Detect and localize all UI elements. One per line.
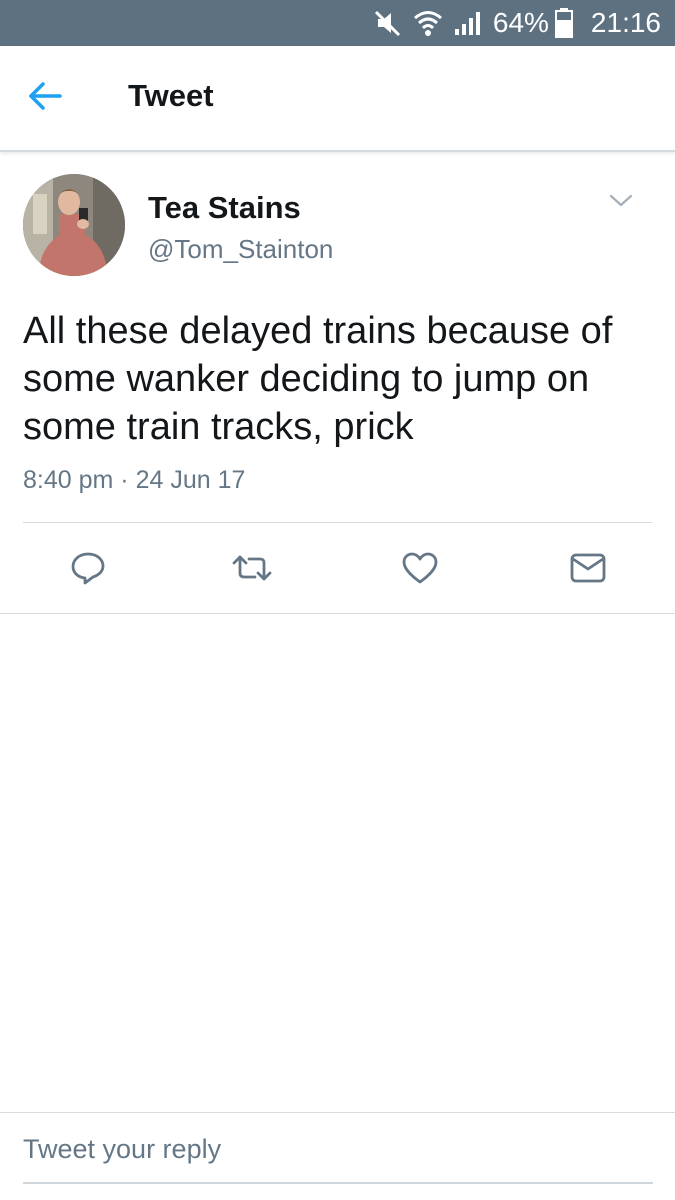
battery-percentage: 64% [492,7,549,38]
signal-icon [453,9,483,37]
reply-input[interactable]: Tweet your reply [23,1134,653,1184]
tweet-timestamp: 8:40 pm · 24 Jun 17 [23,466,245,495]
wifi-icon [413,9,443,37]
tweet-text: All these delayed trains because of some… [23,310,613,448]
back-arrow-icon [27,81,63,116]
status-bar: 64% 21:16 [0,0,675,46]
clock: 21:16 [590,7,661,38]
page-title: Tweet [128,78,214,113]
avatar[interactable] [23,174,125,276]
mute-icon [373,8,403,38]
divider [0,613,675,614]
chevron-down-icon [609,194,633,213]
meta-separator: · [120,466,129,494]
tweet-actions [0,548,675,592]
app-bar: Tweet [0,46,675,152]
like-button[interactable] [398,548,442,592]
back-button[interactable] [22,78,68,118]
tweet-date: 24 Jun 17 [135,466,246,494]
retweet-icon [231,553,273,588]
battery-icon [554,8,573,38]
divider [0,1112,675,1113]
user-handle[interactable]: @Tom_Stainton [148,234,333,265]
tweet-options-button[interactable] [606,192,636,214]
divider [23,522,652,523]
retweet-button[interactable] [230,548,274,592]
display-name[interactable]: Tea Stains [148,190,301,226]
envelope-icon [569,552,607,589]
heart-icon [401,551,439,590]
reply-icon [70,551,106,590]
direct-message-button[interactable] [566,548,610,592]
reply-button[interactable] [66,548,110,592]
tweet-time: 8:40 pm [23,466,114,494]
